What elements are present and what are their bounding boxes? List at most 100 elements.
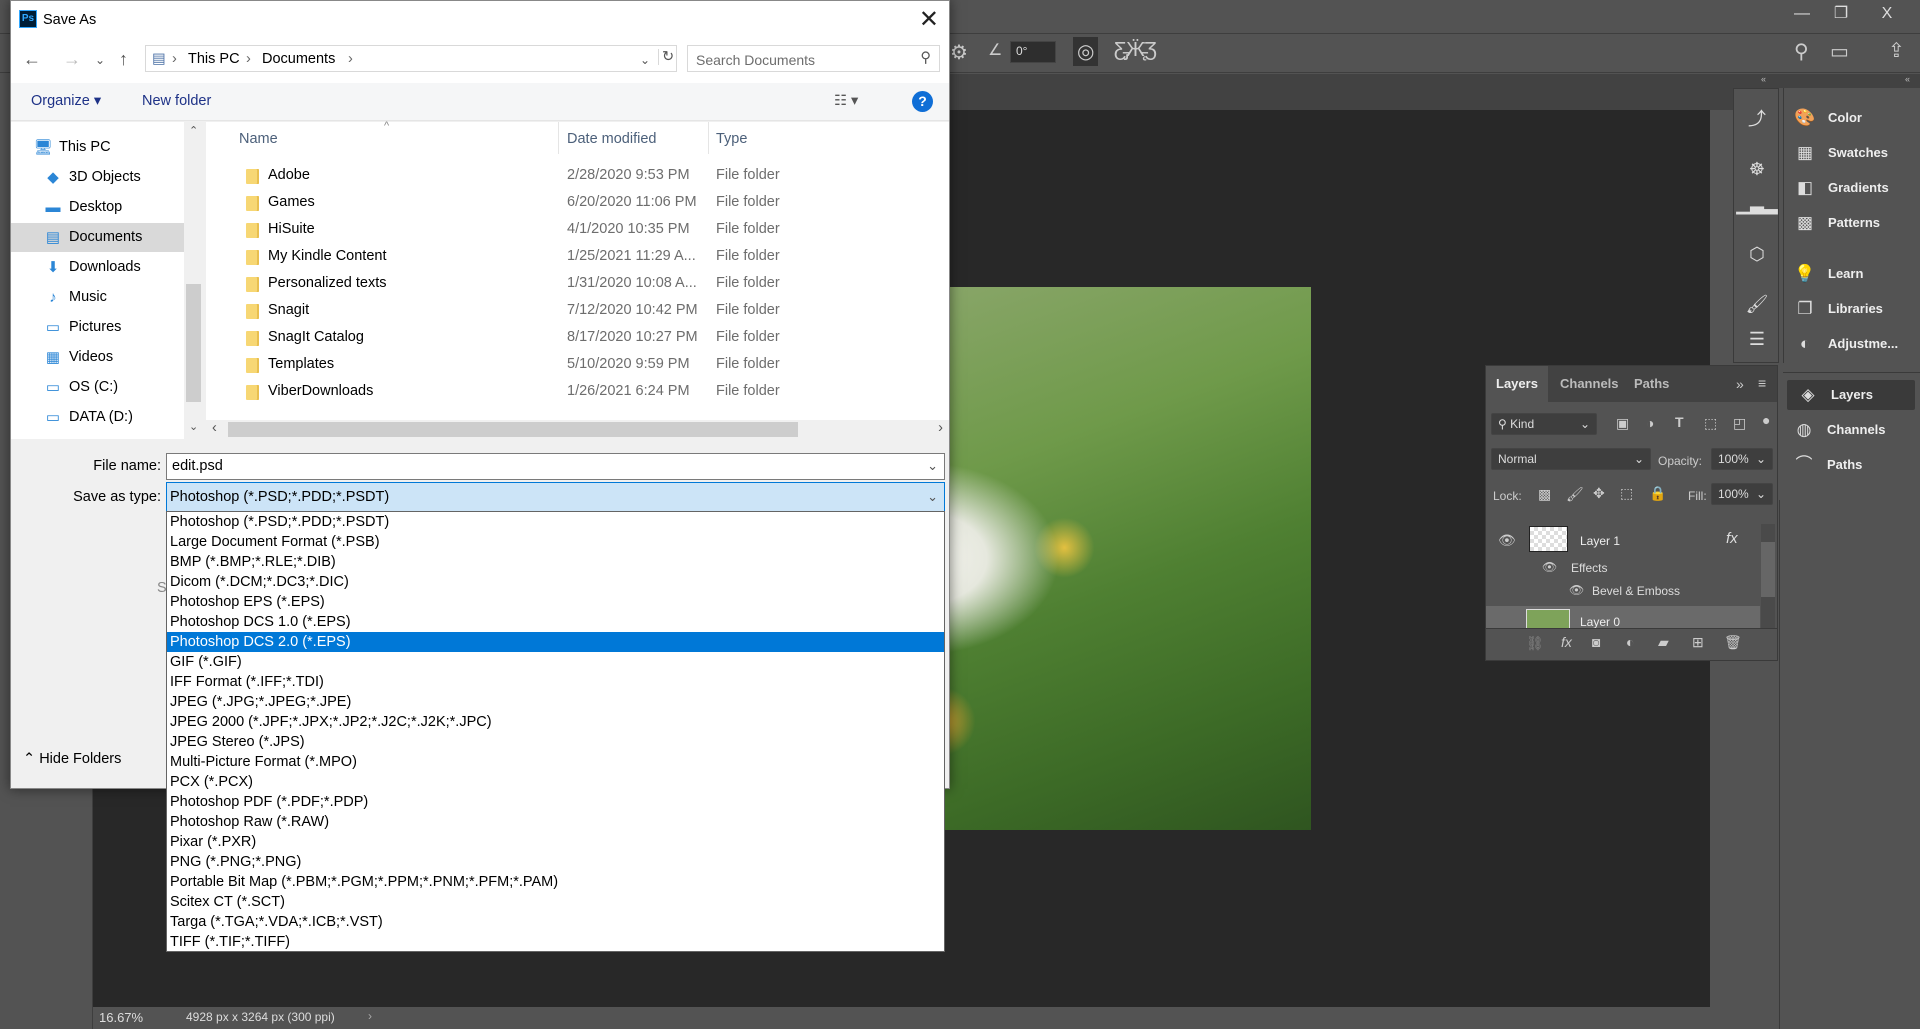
type-option[interactable]: IFF Format (*.IFF;*.TDI) [167, 672, 944, 692]
type-option[interactable]: Photoshop PDF (*.PDF;*.PDP) [167, 792, 944, 812]
collapse-icon[interactable]: « [1761, 74, 1766, 84]
type-option[interactable]: TIFF (*.TIF;*.TIFF) [167, 932, 944, 952]
tab-channels[interactable]: Channels [1550, 366, 1629, 402]
panel-libraries[interactable]: ❐ Libraries [1784, 294, 1920, 324]
nav-item[interactable]: ◆ 3D Objects [11, 163, 184, 192]
organize-button[interactable]: Organize ▾ [31, 93, 101, 109]
search-icon[interactable]: ⚲ [1794, 39, 1809, 64]
brushes-icon[interactable]: 🖌 [1734, 294, 1780, 315]
panel-patterns[interactable]: ▩ Patterns [1784, 208, 1920, 238]
help-button[interactable]: ? [912, 91, 933, 112]
mask-icon[interactable]: ◙ [1592, 634, 1600, 650]
navigator-icon[interactable]: ☸ [1734, 159, 1780, 180]
nav-scrollbar[interactable]: ⌃ ⌄ [184, 122, 203, 439]
folder-icon[interactable]: ▰ [1658, 634, 1669, 651]
type-option[interactable]: Multi-Picture Format (*.MPO) [167, 752, 944, 772]
type-option[interactable]: Scitex CT (*.SCT) [167, 892, 944, 912]
adjustment-filter-icon[interactable]: ◑ [1646, 415, 1654, 431]
type-option[interactable]: Photoshop Raw (*.RAW) [167, 812, 944, 832]
type-option[interactable]: PNG (*.PNG;*.PNG) [167, 852, 944, 872]
file-row[interactable]: Games 6/20/2020 11:06 PM File folder [206, 189, 949, 216]
view-options-icon[interactable]: ☷ ▾ [834, 93, 858, 109]
restore-button[interactable]: ❐ [1816, 0, 1866, 32]
smoothing-icon[interactable]: ◎ [1073, 37, 1099, 66]
lock-brush-icon[interactable]: 🖌 [1566, 486, 1584, 503]
file-row[interactable]: Snagit 7/12/2020 10:42 PM File folder [206, 297, 949, 324]
file-name-input[interactable]: edit.psd ⌄ [166, 453, 945, 480]
panel-paths[interactable]: ⌒ Paths [1783, 450, 1920, 480]
file-row[interactable]: ViberDownloads 1/26/2021 6:24 PM File fold… [206, 378, 949, 405]
new-layer-icon[interactable]: ⊞ [1692, 634, 1704, 651]
lock-transparent-icon[interactable]: ▩ [1538, 486, 1551, 503]
symmetry-icon[interactable]: Ƹ̵̡Ӝ̵̨̄Ʒ [1114, 39, 1157, 62]
nav-item[interactable]: ▭ OS (C:) [11, 373, 184, 402]
panel-learn[interactable]: 💡 Learn [1784, 259, 1920, 289]
type-filter-icon[interactable]: T [1675, 414, 1684, 430]
fx-icon[interactable]: fx [1726, 530, 1738, 547]
opacity-input[interactable]: 100% ⌄ [1711, 448, 1773, 470]
forward-button[interactable]: → [63, 49, 81, 70]
search-input[interactable]: Search Documents ⚲ [687, 45, 940, 72]
lock-all-icon[interactable]: 🔒 [1649, 485, 1666, 502]
document-image[interactable] [900, 287, 1311, 830]
properties-icon[interactable]: ⬡ [1734, 244, 1780, 265]
histogram-icon[interactable]: ▁▃▂ [1734, 194, 1780, 215]
filter-kind-select[interactable]: ⚲ Kind ⌄ [1491, 413, 1597, 435]
panel-swatches[interactable]: ▦ Swatches [1784, 138, 1920, 168]
nav-item[interactable]: ▭ DATA (D:) [11, 403, 184, 432]
type-option[interactable]: PCX (*.PCX) [167, 772, 944, 792]
type-option[interactable]: JPEG 2000 (*.JPF;*.JPX;*.JP2;*.J2C;*.J2K… [167, 712, 944, 732]
type-option[interactable]: Targa (*.TGA;*.VDA;*.ICB;*.VST) [167, 912, 944, 932]
lock-artboard-icon[interactable]: ⬚ [1620, 485, 1633, 502]
type-option[interactable]: Photoshop DCS 2.0 (*.EPS) [167, 632, 944, 652]
panel-channels[interactable]: ◍ Channels [1783, 415, 1920, 445]
save-type-select[interactable]: Photoshop (*.PSD;*.PDD;*.PSDT) ⌄ [166, 482, 945, 512]
adjustment-layer-icon[interactable]: ◐ [1626, 634, 1634, 650]
effect-bevel-emboss[interactable]: Bevel & Emboss [1592, 584, 1680, 598]
horizontal-scrollbar[interactable]: ‹ › [206, 420, 949, 439]
layer-row-layer-1[interactable]: 👁 Layer 1 fx 👁 Effects 👁 Bevel & Emboss [1486, 520, 1779, 606]
smart-object-filter-icon[interactable]: ◰ [1733, 415, 1746, 432]
panel-color[interactable]: 🎨 Color [1784, 103, 1920, 133]
blend-mode-select[interactable]: Normal ⌄ [1491, 448, 1651, 470]
type-option[interactable]: JPEG (*.JPG;*.JPEG;*.JPE) [167, 692, 944, 712]
address-bar[interactable]: ▤ › This PC › Documents › ⌄ ↻ [145, 45, 677, 72]
nav-item[interactable]: ▦ Videos [11, 343, 184, 372]
layers-scrollbar[interactable] [1761, 524, 1775, 628]
type-option[interactable]: Photoshop (*.PSD;*.PDD;*.PSDT) [167, 512, 944, 532]
trash-icon[interactable]: 🗑 [1724, 634, 1742, 651]
eye-icon[interactable]: 👁 [1542, 560, 1557, 574]
fill-input[interactable]: 100% ⌄ [1711, 483, 1773, 505]
column-name[interactable]: Name [239, 131, 278, 147]
image-filter-icon[interactable]: ▣ [1616, 415, 1629, 432]
share-icon[interactable]: ⇪ [1888, 38, 1905, 63]
scroll-right-icon[interactable]: › [938, 420, 943, 436]
file-row[interactable]: HiSuite 4/1/2020 10:35 PM File folder [206, 216, 949, 243]
workspace-icon[interactable]: ▭ [1830, 39, 1849, 64]
nav-item[interactable]: ♪ Music [11, 283, 184, 312]
nav-item[interactable]: ▬ Desktop [11, 193, 184, 222]
tab-layers[interactable]: Layers [1486, 366, 1548, 402]
breadcrumb-this-pc[interactable]: This PC [188, 51, 240, 67]
close-button[interactable]: ✕ [919, 5, 939, 34]
refresh-icon[interactable]: ↻ [658, 49, 674, 65]
menu-icon[interactable]: ≡ [1758, 375, 1766, 391]
link-icon[interactable]: ⛓ [1526, 635, 1544, 652]
fx-icon[interactable]: fx [1561, 634, 1572, 650]
back-button[interactable]: ← [23, 49, 41, 70]
file-row[interactable]: Templates 5/10/2020 9:59 PM File folder [206, 351, 949, 378]
collapse-icon[interactable]: « [1905, 74, 1910, 84]
panel-gradients[interactable]: ◧ Gradients [1784, 173, 1920, 203]
scroll-left-icon[interactable]: ‹ [212, 420, 217, 436]
column-date-modified[interactable]: Date modified [567, 131, 656, 147]
column-type[interactable]: Type [716, 131, 747, 147]
type-option[interactable]: Pixar (*.PXR) [167, 832, 944, 852]
nav-item[interactable]: ▭ Pictures [11, 313, 184, 342]
eye-icon[interactable]: 👁 [1498, 532, 1516, 549]
gear-icon[interactable]: ⚙ [950, 40, 968, 65]
type-option[interactable]: JPEG Stereo (*.JPS) [167, 732, 944, 752]
panel-adjustments[interactable]: ◐ Adjustme... [1784, 329, 1920, 359]
type-option[interactable]: BMP (*.BMP;*.RLE;*.DIB) [167, 552, 944, 572]
nav-item[interactable]: ▤ Documents [11, 223, 184, 252]
new-folder-button[interactable]: New folder [142, 93, 211, 109]
